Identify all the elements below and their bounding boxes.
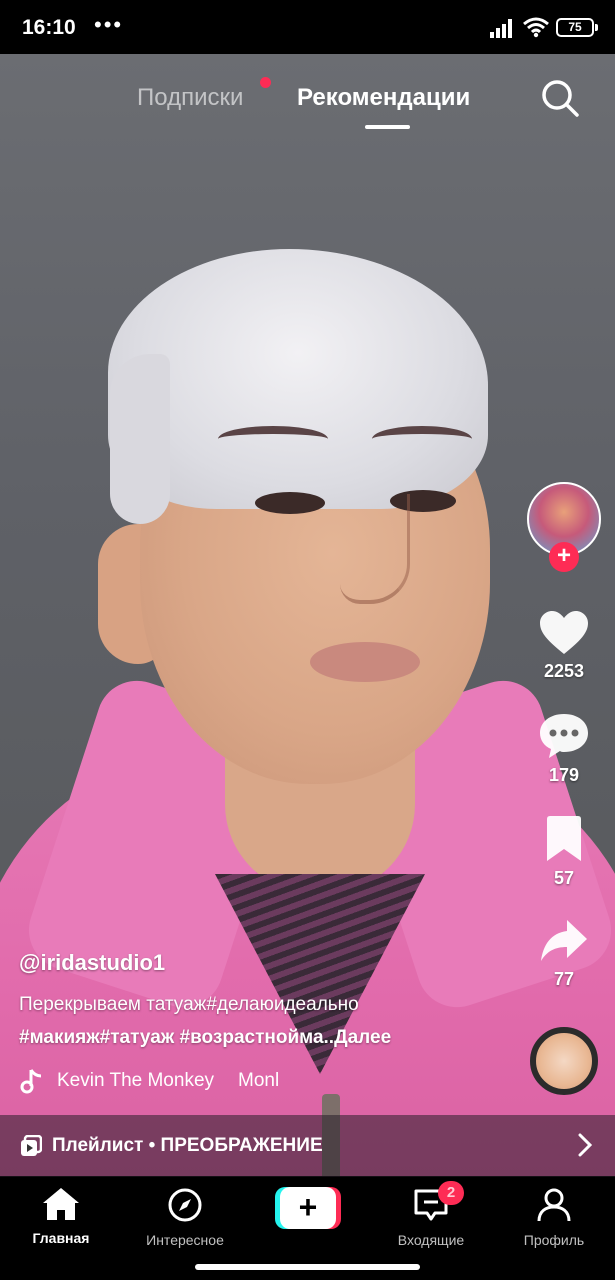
video-description-line2: #макияж#татуаж #возрастнойма..Далее [19, 1027, 391, 1049]
music-title: Kevin The Monkey [57, 1070, 215, 1091]
status-more-dots: ••• [94, 12, 124, 37]
nav-profile-label: Профиль [523, 1232, 585, 1248]
home-indicator [195, 1264, 420, 1270]
video-username[interactable]: @iridastudio1 [19, 950, 165, 976]
music-note-icon [20, 1069, 42, 1094]
signal-icon [490, 19, 512, 38]
wifi-icon [523, 17, 549, 38]
nav-home-label: Главная [32, 1230, 90, 1246]
playlist-label: Плейлист • ПРЕОБРАЖЕНИЕ [52, 1135, 323, 1156]
inbox-badge: 2 [438, 1181, 464, 1205]
heart-icon [540, 611, 588, 654]
compass-icon [168, 1188, 202, 1222]
nav-discover-label: Интересное [146, 1232, 224, 1248]
top-tabs: Подписки Рекомендации [0, 54, 615, 134]
nav-home[interactable]: Главная [6, 1187, 116, 1246]
tab-following[interactable]: Подписки [137, 84, 243, 112]
music-title-scroll: Monl [238, 1070, 280, 1091]
comment-icon [540, 714, 588, 758]
more-link[interactable]: Далее [334, 1027, 391, 1048]
home-icon [43, 1188, 79, 1220]
tab-for-you[interactable]: Рекомендации [297, 84, 470, 112]
nav-profile[interactable]: Профиль [499, 1187, 609, 1248]
creator-avatar[interactable]: + [527, 482, 601, 572]
active-tab-indicator [365, 125, 410, 129]
chevron-right-icon[interactable] [577, 1133, 593, 1157]
search-icon[interactable] [540, 78, 580, 118]
follow-plus-button[interactable]: + [549, 542, 579, 572]
comment-count: 179 [548, 765, 580, 785]
music-row[interactable]: Kevin The Monkey Monl [19, 1068, 279, 1094]
bookmark-icon [547, 816, 581, 861]
status-bar: 16:10 ••• 75 [0, 0, 615, 54]
nav-inbox[interactable]: 2 Входящие [376, 1181, 486, 1248]
nav-inbox-label: Входящие [397, 1232, 465, 1248]
battery-icon: 75 [556, 18, 598, 37]
notification-dot [260, 77, 271, 88]
share-icon [541, 920, 587, 961]
profile-icon [537, 1188, 571, 1222]
description-hashtags[interactable]: #макияж#татуаж #возрастнойма.. [19, 1027, 334, 1048]
create-button[interactable]: + [275, 1187, 341, 1229]
playlist-bar[interactable]: Плейлист • ПРЕОБРАЖЕНИЕ [0, 1115, 615, 1177]
save-button[interactable]: 57 [530, 815, 598, 889]
music-disc-icon[interactable] [530, 1027, 598, 1095]
save-count: 57 [553, 868, 575, 888]
plus-icon: + [280, 1187, 336, 1229]
video-description-line1: Перекрываем татуаж#делаюидеально [19, 994, 359, 1015]
share-button[interactable]: 77 [530, 918, 598, 990]
nav-discover[interactable]: Интересное [130, 1187, 240, 1248]
like-button[interactable]: 2253 [530, 610, 598, 682]
like-count: 2253 [543, 661, 585, 681]
comment-button[interactable]: 179 [530, 712, 598, 786]
status-time: 16:10 [22, 16, 76, 39]
share-count: 77 [553, 969, 575, 989]
playlist-icon [21, 1135, 42, 1156]
